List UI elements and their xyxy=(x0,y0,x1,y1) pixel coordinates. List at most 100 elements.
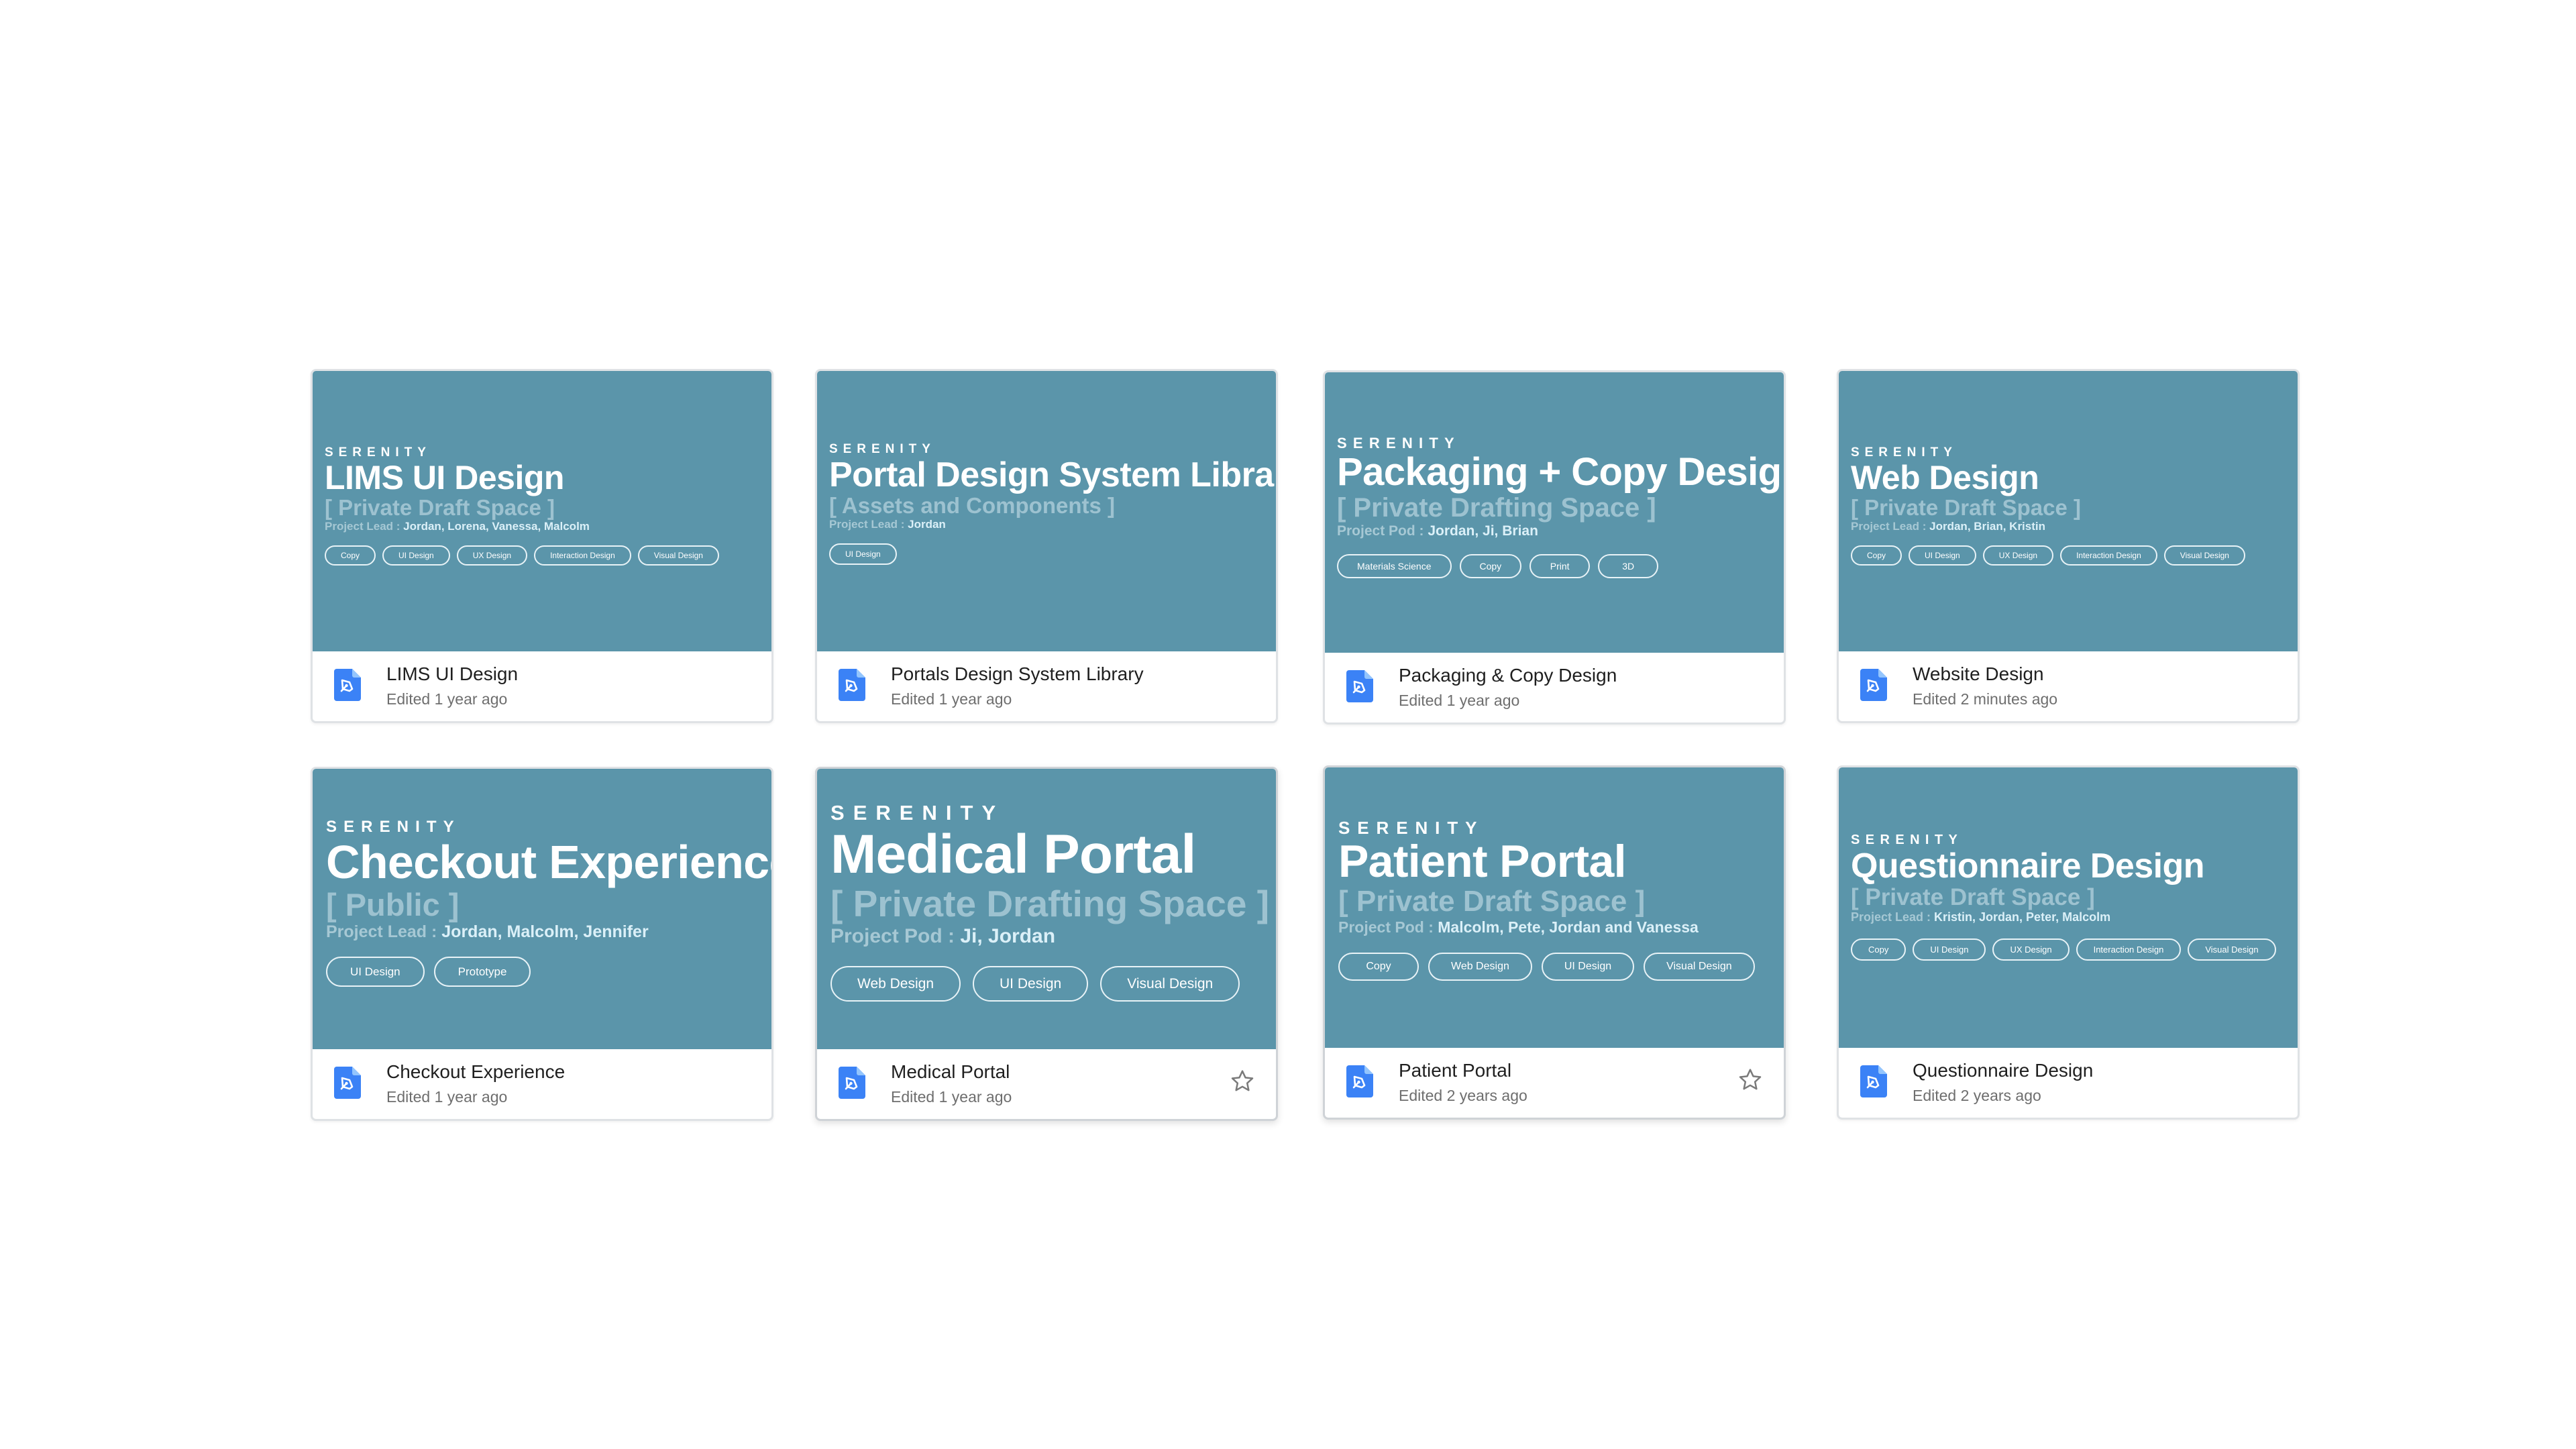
file-card-5[interactable]: SERENITY Checkout Experience [ Public ] … xyxy=(311,767,773,1121)
tag-ui-design: UI Design xyxy=(382,545,450,566)
tag-ux-design: UX Design xyxy=(456,545,528,566)
tag-ux-design: UX Design xyxy=(1982,545,2054,566)
file-edited-time: Edited 1 year ago xyxy=(386,690,508,708)
pen-document-icon xyxy=(839,1067,865,1099)
file-name[interactable]: Website Design xyxy=(1913,663,2044,685)
tag-visual-design: Visual Design xyxy=(2188,938,2276,961)
file-card-footer: Packaging & Copy Design Edited 1 year ag… xyxy=(1325,649,1784,722)
file-name[interactable]: Medical Portal xyxy=(891,1061,1010,1083)
tag-ui-design: UI Design xyxy=(1913,938,1986,961)
file-card-2[interactable]: SERENITY Portal Design System Library [ … xyxy=(815,369,1278,723)
thumbnail-project-lead: Project Lead : Jordan, Malcolm, Jennifer xyxy=(326,922,762,942)
file-thumbnail[interactable]: SERENITY Questionnaire Design [ Private … xyxy=(1839,767,2298,1048)
thumbnail-project-lead: Project Lead : Kristin, Jordan, Peter, M… xyxy=(1851,910,2288,925)
tag-ui-design: UI Design xyxy=(1541,953,1635,981)
tag-interaction-design: Interaction Design xyxy=(2060,545,2157,566)
thumbnail-brand: SERENITY xyxy=(829,442,936,456)
thumbnail-subtitle: [ Assets and Components ] xyxy=(829,492,1115,518)
file-thumbnail[interactable]: SERENITY Patient Portal [ Private Draft … xyxy=(1325,767,1784,1048)
file-thumbnail[interactable]: SERENITY Packaging + Copy Design [ Priva… xyxy=(1325,372,1784,653)
pen-document-icon xyxy=(1860,1065,1887,1097)
tag-prototype: Prototype xyxy=(433,957,531,987)
thumbnail-tags: UI Design xyxy=(829,543,1267,566)
thumbnail-project-lead: Project Pod : Malcolm, Pete, Jordan and … xyxy=(1338,918,1774,937)
project-lead-label: Project Pod : xyxy=(1337,523,1428,539)
file-name[interactable]: Checkout Experience xyxy=(386,1061,565,1083)
tag-visual-design: Visual Design xyxy=(1644,953,1755,981)
file-card-1[interactable]: SERENITY LIMS UI Design [ Private Draft … xyxy=(311,369,773,723)
file-thumbnail[interactable]: SERENITY Medical Portal [ Private Drafti… xyxy=(817,769,1276,1049)
file-thumbnail[interactable]: SERENITY Portal Design System Library [ … xyxy=(817,371,1276,651)
file-edited-time: Edited 2 years ago xyxy=(1913,1087,2041,1104)
file-name[interactable]: Patient Portal xyxy=(1399,1060,1511,1081)
thumbnail-content: SERENITY Patient Portal [ Private Draft … xyxy=(1338,819,1774,981)
project-lead-names: Jordan xyxy=(908,517,946,531)
thumbnail-tags: Copy UI Design UX Design Interaction Design… xyxy=(1851,938,2288,961)
file-name[interactable]: Portals Design System Library xyxy=(891,663,1144,685)
thumbnail-subtitle: [ Private Drafting Space ] xyxy=(830,883,1270,925)
thumbnail-subtitle: [ Private Drafting Space ] xyxy=(1337,492,1656,523)
tag-materials-science: Materials Science xyxy=(1337,554,1452,579)
file-card-7[interactable]: SERENITY Patient Portal [ Private Draft … xyxy=(1323,765,1786,1120)
thumbnail-brand: SERENITY xyxy=(1337,435,1460,451)
tag-web-design: Web Design xyxy=(830,965,961,1002)
thumbnail-subtitle: [ Private Draft Space ] xyxy=(1338,885,1646,918)
file-name[interactable]: LIMS UI Design xyxy=(386,663,518,685)
file-thumbnail[interactable]: SERENITY Web Design [ Private Draft Spac… xyxy=(1839,371,2298,651)
project-lead-label: Project Lead : xyxy=(829,517,908,531)
file-edited-time: Edited 1 year ago xyxy=(891,1088,1012,1106)
star-icon[interactable] xyxy=(1229,1068,1256,1095)
tag-copy: Copy xyxy=(1338,953,1419,981)
file-card-footer: Medical Portal Edited 1 year ago xyxy=(817,1045,1276,1119)
file-edited-time: Edited 2 minutes ago xyxy=(1913,690,2058,708)
pen-document-icon xyxy=(839,669,865,701)
thumbnail-project-lead: Project Lead : Jordan xyxy=(829,518,1267,531)
thumbnail-tags: UI Design Prototype xyxy=(326,957,762,987)
thumbnail-brand: SERENITY xyxy=(326,818,461,836)
file-thumbnail[interactable]: SERENITY Checkout Experience [ Public ] … xyxy=(313,769,771,1049)
thumbnail-content: SERENITY Packaging + Copy Design [ Priva… xyxy=(1337,435,1786,579)
thumbnail-subtitle: [ Public ] xyxy=(326,886,460,922)
project-lead-label: Project Lead : xyxy=(326,922,442,942)
project-lead-label: Project Lead : xyxy=(325,519,404,533)
tag-visual-design: Visual Design xyxy=(1100,965,1240,1002)
thumbnail-title: Patient Portal xyxy=(1338,836,1626,887)
project-lead-names: Kristin, Jordan, Peter, Malcolm xyxy=(1934,910,2111,924)
file-edited-time: Edited 1 year ago xyxy=(386,1088,508,1106)
thumbnail-brand: SERENITY xyxy=(830,801,1005,824)
file-card-6[interactable]: SERENITY Medical Portal [ Private Drafti… xyxy=(815,767,1278,1121)
thumbnail-subtitle: [ Private Draft Space ] xyxy=(325,494,555,520)
thumbnail-subtitle: [ Private Draft Space ] xyxy=(1851,494,2081,520)
thumbnail-project-lead: Project Pod : Jordan, Ji, Brian xyxy=(1337,523,1774,539)
pen-document-icon xyxy=(334,1067,361,1099)
tag-copy: Copy xyxy=(1851,545,1902,566)
star-icon[interactable] xyxy=(1737,1067,1764,1093)
pen-document-icon xyxy=(1860,669,1887,701)
project-lead-names: Jordan, Ji, Brian xyxy=(1428,523,1538,539)
tag-ui-design: UI Design xyxy=(829,543,897,566)
thumbnail-brand: SERENITY xyxy=(325,445,431,460)
thumbnail-title: Packaging + Copy Design xyxy=(1337,450,1786,494)
pen-document-icon xyxy=(334,669,361,701)
file-card-3[interactable]: SERENITY Packaging + Copy Design [ Priva… xyxy=(1323,370,1786,724)
pen-document-icon xyxy=(1346,670,1373,702)
file-edited-time: Edited 1 year ago xyxy=(891,690,1012,708)
file-name[interactable]: Questionnaire Design xyxy=(1913,1060,2093,1081)
file-card-footer: LIMS UI Design Edited 1 year ago xyxy=(313,647,771,721)
project-lead-label: Project Lead : xyxy=(1851,910,1935,924)
file-edited-time: Edited 2 years ago xyxy=(1399,1087,1527,1104)
tag-copy: Copy xyxy=(325,545,376,566)
file-card-4[interactable]: SERENITY Web Design [ Private Draft Spac… xyxy=(1837,369,2300,723)
project-lead-label: Project Lead : xyxy=(1851,519,1930,533)
file-card-footer: Portals Design System Library Edited 1 y… xyxy=(817,647,1276,721)
file-card-footer: Website Design Edited 2 minutes ago xyxy=(1839,647,2298,721)
thumbnail-brand: SERENITY xyxy=(1338,818,1485,838)
file-card-8[interactable]: SERENITY Questionnaire Design [ Private … xyxy=(1837,765,2300,1120)
thumbnail-title: Web Design xyxy=(1851,459,2039,496)
thumbnail-tags: Copy Web Design UI Design Visual Design xyxy=(1338,953,1774,981)
thumbnail-brand: SERENITY xyxy=(1851,445,1957,460)
file-name[interactable]: Packaging & Copy Design xyxy=(1399,665,1617,686)
file-thumbnail[interactable]: SERENITY LIMS UI Design [ Private Draft … xyxy=(313,371,771,651)
project-lead-names: Malcolm, Pete, Jordan and Vanessa xyxy=(1438,918,1699,936)
thumbnail-content: SERENITY Portal Design System Library [ … xyxy=(829,442,1276,566)
